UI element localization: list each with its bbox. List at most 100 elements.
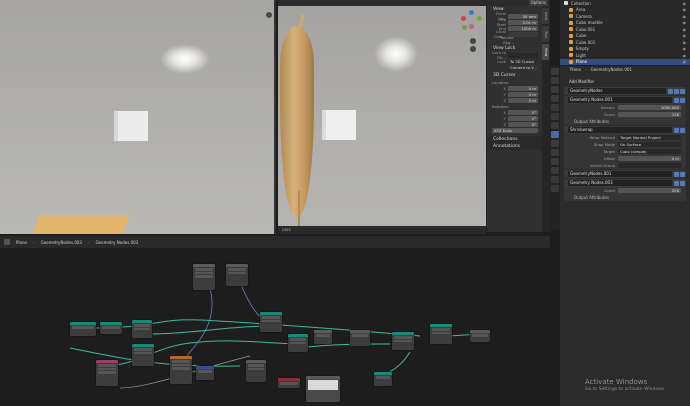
wrap-method-select[interactable]: Target Normal Project xyxy=(618,134,681,141)
viewport-toggle-icon[interactable] xyxy=(674,127,679,133)
rot-x-field[interactable]: 0° xyxy=(508,109,538,115)
annotations-section-header[interactable]: Annotations xyxy=(487,143,542,150)
tab-view[interactable]: View xyxy=(542,44,549,60)
focal-length-field[interactable]: 50 mm xyxy=(508,13,538,19)
node-vector-rotate[interactable] xyxy=(196,366,214,380)
viewport-toggle-icon[interactable] xyxy=(674,97,679,103)
editmode-toggle-icon[interactable] xyxy=(668,88,673,94)
eye-icon[interactable]: ◉ xyxy=(683,46,687,51)
node-set-position[interactable] xyxy=(132,320,152,338)
viewport-camera-left[interactable] xyxy=(0,0,276,234)
output-tab-icon[interactable] xyxy=(551,86,559,93)
render-toggle-icon[interactable] xyxy=(680,180,685,186)
3d-cursor-section-header[interactable]: 3D Cursor xyxy=(487,72,542,79)
rot-y-field[interactable]: 0° xyxy=(508,115,538,121)
constraints-tab-icon[interactable] xyxy=(551,158,559,165)
output-attributes-subpanel[interactable]: Output Attributes xyxy=(564,194,686,201)
navigation-gizmo[interactable] xyxy=(460,10,484,34)
node-distribute-points[interactable] xyxy=(132,344,154,366)
node-separate-xyz[interactable] xyxy=(350,330,370,346)
tab-item[interactable]: Item xyxy=(542,8,549,24)
view-layer-tab-icon[interactable] xyxy=(551,95,559,102)
viewport-toggle-icon[interactable] xyxy=(674,180,679,186)
neg-y-axis-icon[interactable] xyxy=(462,25,467,30)
collections-section-header[interactable]: Collections xyxy=(487,136,542,143)
y-axis-icon[interactable] xyxy=(477,16,482,21)
node-merge-by-distance[interactable] xyxy=(392,332,414,350)
viewport-toggle-icon[interactable] xyxy=(674,88,679,94)
lock-to-3d-cursor-checkbox[interactable]: To 3D Cursor xyxy=(508,59,538,64)
rotation-mode-select[interactable]: XYZ Euler xyxy=(492,127,538,133)
add-modifier-button[interactable]: Add Modifier xyxy=(566,78,684,85)
pan-icon[interactable] xyxy=(470,46,476,52)
node-join-geometry[interactable] xyxy=(260,312,282,332)
density-field[interactable]: 1000.000 xyxy=(618,104,681,111)
eye-icon[interactable]: ◉ xyxy=(683,59,687,64)
render-toggle-icon[interactable] xyxy=(680,97,685,103)
node-math[interactable] xyxy=(246,360,266,382)
tool-tab-icon[interactable] xyxy=(551,68,559,75)
editor-type-icon[interactable] xyxy=(4,239,10,245)
eye-icon[interactable]: ◉ xyxy=(683,1,687,6)
tab-tool[interactable]: Tool xyxy=(542,26,549,42)
neg-x-axis-icon[interactable] xyxy=(469,24,474,29)
modifier-name-field[interactable]: GeometryNodes.001 xyxy=(568,171,672,177)
modifier-name-field[interactable]: GeometryNodes xyxy=(568,88,666,94)
x-axis-icon[interactable] xyxy=(461,16,466,21)
camera-view-icon[interactable] xyxy=(266,12,272,18)
eye-icon[interactable]: ◉ xyxy=(683,27,687,32)
node-set-material[interactable] xyxy=(430,324,452,344)
snap-mode-select[interactable]: On Surface xyxy=(618,141,681,148)
eye-icon[interactable]: ◉ xyxy=(683,14,687,19)
node-mesh-primitive[interactable] xyxy=(70,322,96,336)
lock-to-object-field[interactable] xyxy=(508,52,538,58)
clip-end-field[interactable]: 1000 m xyxy=(508,25,538,31)
node-instance-on-points[interactable] xyxy=(170,356,192,384)
material-tab-icon[interactable] xyxy=(551,176,559,183)
object-tab-icon[interactable] xyxy=(551,122,559,129)
eye-icon[interactable]: ◉ xyxy=(683,20,687,25)
modifier-name-field[interactable]: Shrinkwrap xyxy=(568,127,672,133)
particles-tab-icon[interactable] xyxy=(551,140,559,147)
modifier-name-field[interactable]: Geometry Nodes.001 xyxy=(568,97,672,103)
modifier-name-field[interactable]: Geometry Nodes.003 xyxy=(568,180,672,186)
node-image-texture[interactable] xyxy=(306,376,340,402)
physics-tab-icon[interactable] xyxy=(551,149,559,156)
z-axis-icon[interactable] xyxy=(469,10,474,15)
cube-object[interactable] xyxy=(326,110,356,140)
node-group-output[interactable] xyxy=(470,330,490,342)
render-region-label[interactable]: Render Reg... xyxy=(490,35,516,45)
viewport-toggle-icon[interactable] xyxy=(674,171,679,177)
node-object-info[interactable] xyxy=(278,378,300,388)
node-curve-to-mesh[interactable] xyxy=(374,372,392,386)
node-group-input[interactable] xyxy=(193,264,215,290)
render-toggle-icon[interactable] xyxy=(680,88,685,94)
cursor-x-field[interactable]: 0 m xyxy=(508,85,538,91)
rot-z-field[interactable]: 0° xyxy=(508,121,538,127)
eye-icon[interactable]: ◉ xyxy=(683,7,687,12)
outliner-item-plane[interactable]: Plane ◉ xyxy=(560,58,690,65)
node-vector-math[interactable] xyxy=(226,264,248,286)
count-field[interactable]: 256 xyxy=(618,187,681,194)
offset-field[interactable]: 0 m xyxy=(618,155,681,162)
vertex-group-field[interactable] xyxy=(618,162,681,169)
render-tab-icon[interactable] xyxy=(551,77,559,84)
modifier-tab-icon[interactable] xyxy=(551,131,559,138)
cube-object[interactable] xyxy=(118,111,148,141)
cursor-z-field[interactable]: 0 m xyxy=(508,97,538,103)
plane-object[interactable] xyxy=(28,215,130,234)
render-toggle-icon[interactable] xyxy=(680,127,685,133)
cursor-y-field[interactable]: 0 m xyxy=(508,91,538,97)
eye-icon[interactable]: ◉ xyxy=(683,33,687,38)
world-tab-icon[interactable] xyxy=(551,113,559,120)
render-toggle-icon[interactable] xyxy=(680,171,685,177)
eye-icon[interactable]: ◉ xyxy=(683,40,687,45)
scene-tab-icon[interactable] xyxy=(551,104,559,111)
zoom-icon[interactable] xyxy=(470,38,476,44)
node-realize-instances[interactable] xyxy=(288,334,308,352)
camera-to-view-checkbox[interactable]: Camera to V... xyxy=(508,65,538,70)
output-attributes-subpanel[interactable]: Output Attributes xyxy=(564,118,686,125)
target-field[interactable]: Cubo (simple) xyxy=(618,148,681,155)
node-combine-xyz[interactable] xyxy=(314,330,332,344)
count-field[interactable]: 126 xyxy=(618,111,681,118)
